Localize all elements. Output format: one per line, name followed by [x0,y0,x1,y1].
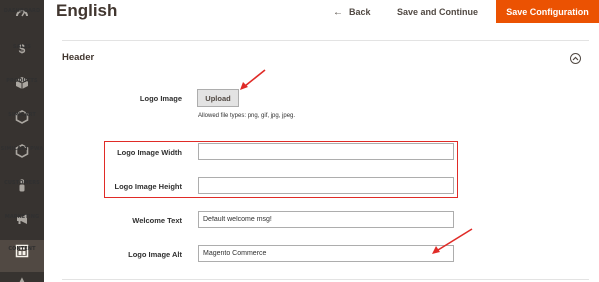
annotation-overlay [240,69,473,254]
annotation-arrow-upload [240,69,266,90]
annotation-arrow-alt [432,228,473,254]
